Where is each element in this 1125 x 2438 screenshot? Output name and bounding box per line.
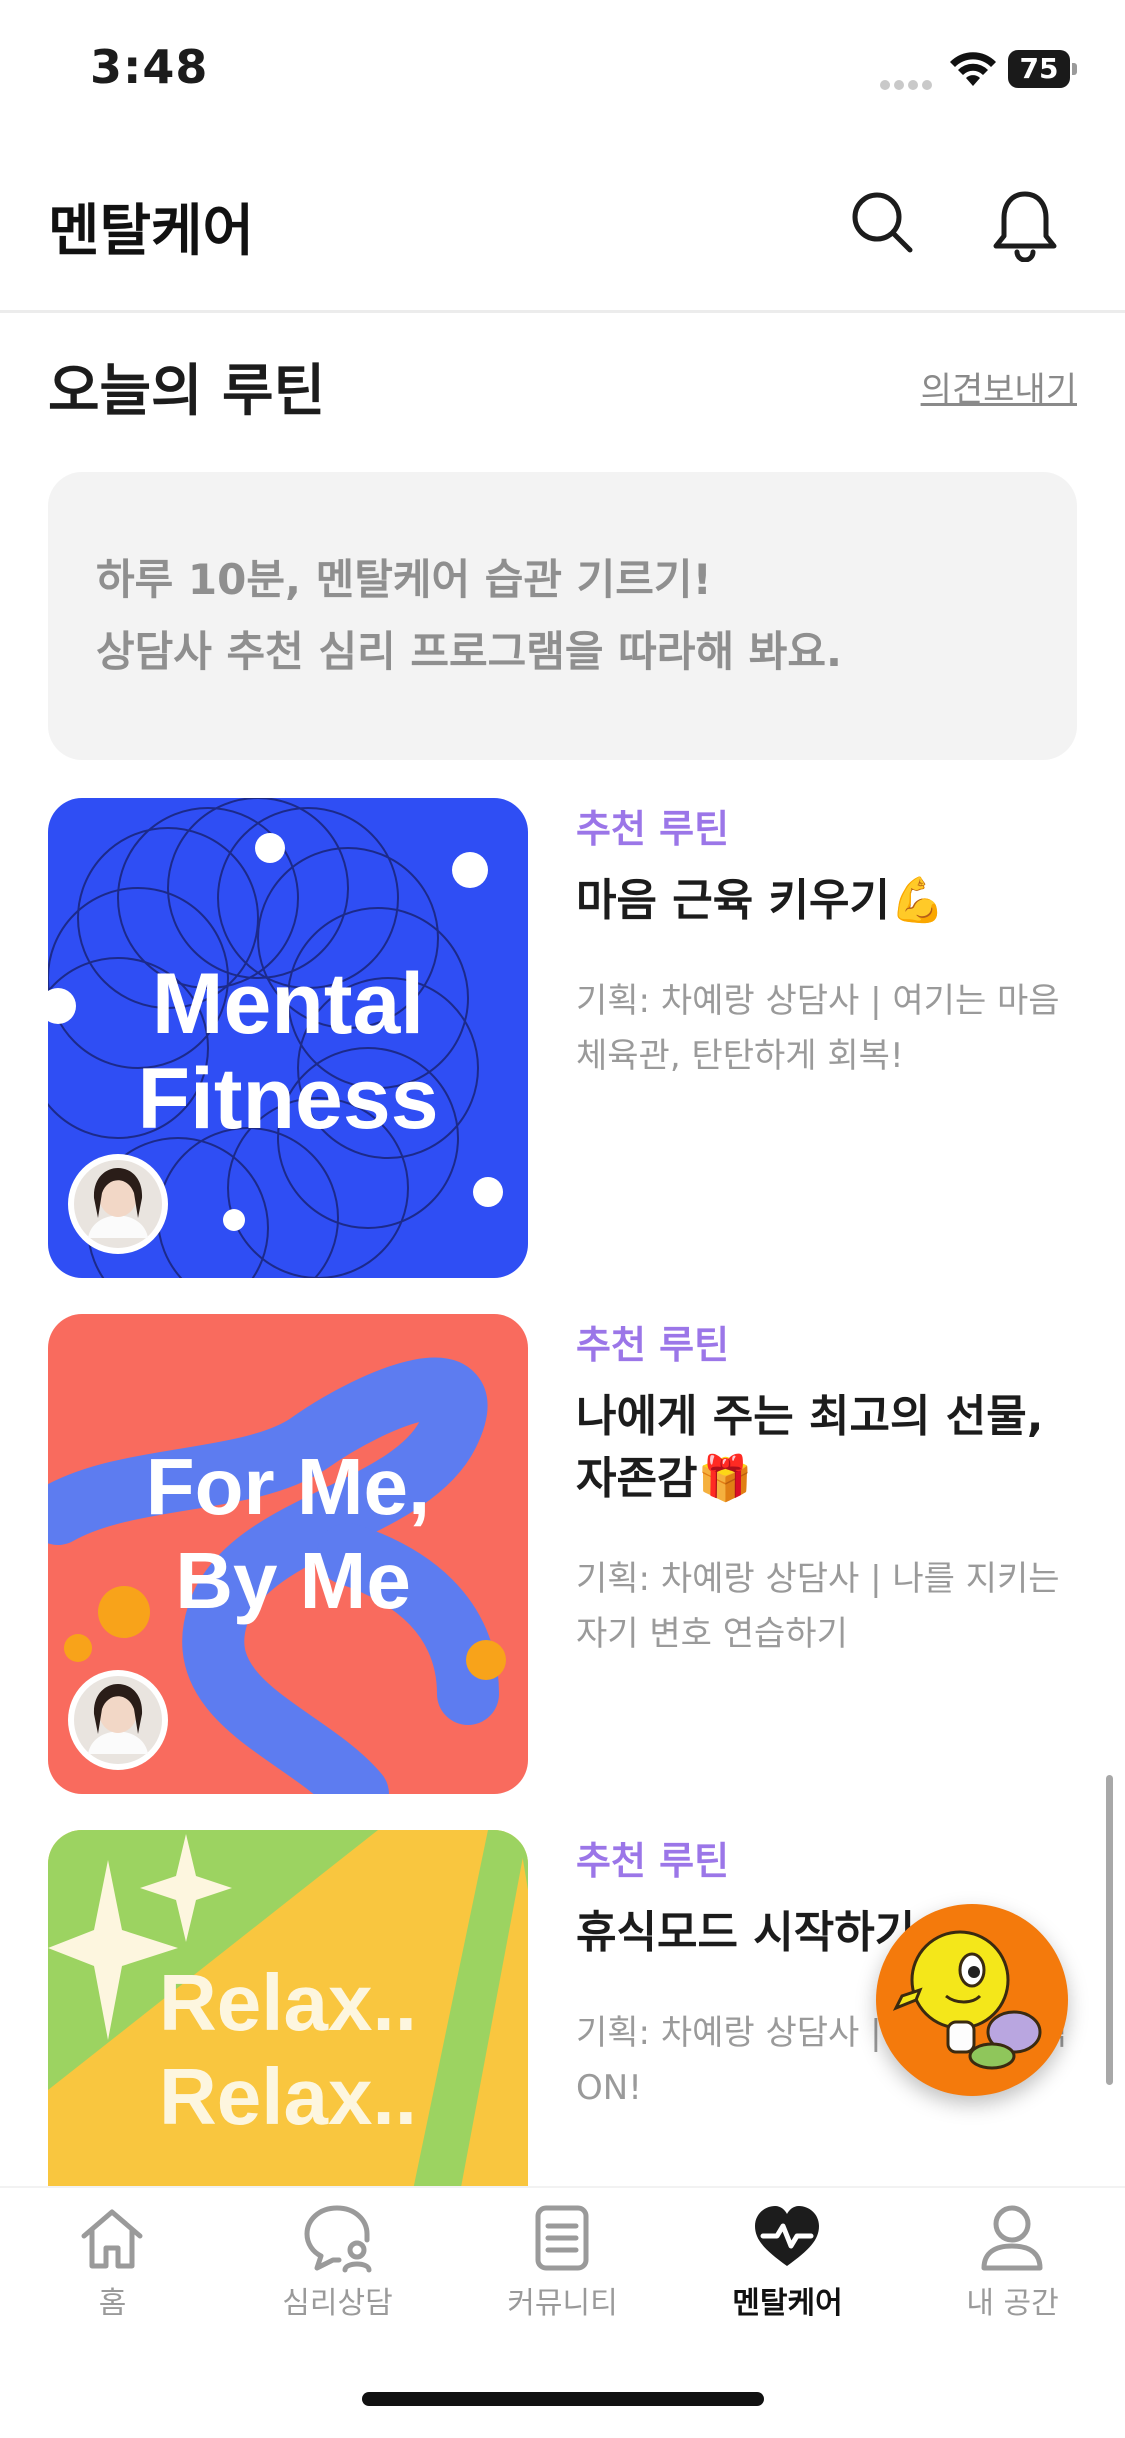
tab-label: 커뮤니티 (507, 2286, 618, 2321)
routine-title: 마음 근육 키우기💪 (576, 875, 945, 926)
routine-card[interactable]: Mental Fitness 추천 루틴 마음 근육 키우기💪 기획: 차예랑 … (48, 798, 1077, 1280)
cellular-signal-icon (880, 75, 936, 90)
routine-tag: 추천 루틴 (576, 1323, 730, 1367)
tab-label: 멘탈케어 (732, 2286, 843, 2321)
routine-thumbnail[interactable]: For Me, By Me (48, 1314, 528, 1794)
routine-tag: 추천 루틴 (576, 1839, 730, 1883)
tab-my-space[interactable]: 내 공간 (900, 2188, 1125, 2368)
search-icon[interactable] (848, 188, 918, 258)
home-indicator (362, 2392, 764, 2406)
tab-home[interactable]: 홈 (0, 2188, 225, 2368)
feedback-link[interactable]: 의견보내기 (921, 362, 1077, 411)
routine-tag: 추천 루틴 (576, 807, 730, 851)
tab-label: 홈 (98, 2286, 127, 2321)
routine-thumbnail[interactable]: Relax.. Relax.. (48, 1830, 528, 2186)
battery-icon: 75 (1008, 50, 1078, 88)
routine-description: 기획: 차예랑 상담사 | 여기는 마음 체육관, 탄탄하게 회복! (576, 981, 1060, 1076)
intro-line-1: 하루 10분, 멘탈케어 습관 기르기! (96, 555, 712, 604)
routine-thumbnail[interactable]: Mental Fitness (48, 798, 528, 1278)
mascot-fab-button[interactable] (876, 1904, 1068, 2096)
thumbnail-text-line-2: Fitness (137, 1051, 438, 1147)
tab-mentalcare[interactable]: 멘탈케어 (675, 2188, 900, 2368)
section-title: 오늘의 루틴 (48, 359, 326, 424)
home-icon (81, 2209, 143, 2269)
routine-description: 기획: 차예랑 상담사 | 나를 지키는 자기 변호 연습하기 (576, 1559, 1060, 1654)
tab-counseling[interactable]: 심리상담 (225, 2188, 450, 2368)
battery-level: 75 (1019, 52, 1059, 85)
tab-community[interactable]: 커뮤니티 (450, 2188, 675, 2368)
app-bar: 멘탈케어 (0, 160, 1125, 313)
status-bar: 3:48 75 (0, 0, 1125, 140)
intro-line-2: 상담사 추천 심리 프로그램을 따라해 봐요. (96, 627, 842, 676)
scrollbar[interactable] (1106, 1775, 1113, 2085)
thumbnail-text-line-2: By Me (175, 1536, 411, 1625)
wifi-icon (950, 52, 996, 86)
routine-title: 나에게 주는 최고의 선물, 자존감🎁 (576, 1391, 1044, 1504)
page-title: 멘탈케어 (48, 199, 255, 264)
tab-label: 심리상담 (282, 2286, 393, 2321)
bell-icon[interactable] (990, 188, 1060, 262)
routine-card[interactable]: For Me, By Me 추천 루틴 나에게 주는 최고의 선물, 자존감🎁 … (48, 1314, 1077, 1796)
community-icon (535, 2205, 589, 2271)
thumbnail-text-line-1: Relax.. (159, 1958, 417, 2047)
thumbnail-text-line-2: Relax.. (159, 2052, 417, 2141)
person-icon (981, 2205, 1043, 2271)
heart-pulse-icon (755, 2206, 819, 2266)
intro-banner: 하루 10분, 멘탈케어 습관 기르기! 상담사 추천 심리 프로그램을 따라해… (48, 472, 1077, 760)
thumbnail-text-line-1: Mental (152, 956, 424, 1052)
status-time: 3:48 (90, 40, 209, 94)
tab-label: 내 공간 (966, 2286, 1059, 2321)
mascot-icon (892, 1930, 1042, 2070)
thumbnail-text-line-1: For Me, (146, 1442, 430, 1531)
counseling-icon (304, 2205, 372, 2273)
